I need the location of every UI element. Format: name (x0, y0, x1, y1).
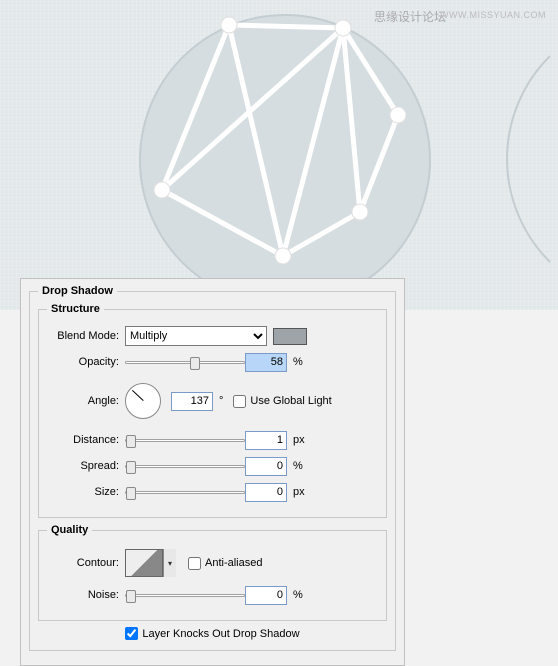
noise-input[interactable] (245, 586, 287, 605)
angle-label: Angle: (47, 395, 125, 407)
panel-title: Drop Shadow (38, 285, 117, 297)
distance-row: Distance: px (47, 429, 378, 451)
layer-knockout-checkbox[interactable]: Layer Knocks Out Drop Shadow (125, 627, 299, 640)
drop-shadow-panel: Drop Shadow Structure Blend Mode: Multip… (20, 278, 405, 666)
distance-slider[interactable] (125, 431, 245, 449)
structure-group: Structure Blend Mode: Multiply Opacity: … (38, 303, 387, 518)
opacity-input[interactable] (245, 353, 287, 372)
knockout-row: Layer Knocks Out Drop Shadow (38, 627, 387, 640)
opacity-unit: % (293, 356, 303, 368)
contour-picker[interactable]: ▾ (125, 549, 176, 577)
spread-unit: % (293, 460, 303, 472)
canvas-preview: 思缘设计论坛 WWW.MISSYUAN.COM (0, 0, 558, 310)
use-global-light-label: Use Global Light (250, 395, 331, 407)
anti-aliased-input[interactable] (188, 557, 201, 570)
opacity-label: Opacity: (47, 356, 125, 368)
artwork-graphic (0, 0, 558, 310)
size-row: Size: px (47, 481, 378, 503)
drop-shadow-fieldset: Drop Shadow Structure Blend Mode: Multip… (29, 285, 396, 651)
anti-aliased-checkbox[interactable]: Anti-aliased (188, 557, 262, 570)
noise-slider[interactable] (125, 586, 245, 604)
size-label: Size: (47, 486, 125, 498)
anti-aliased-label: Anti-aliased (205, 557, 262, 569)
opacity-row: Opacity: % (47, 351, 378, 373)
spread-label: Spread: (47, 460, 125, 472)
size-unit: px (293, 486, 305, 498)
angle-dial[interactable] (125, 383, 161, 419)
chevron-down-icon[interactable]: ▾ (163, 549, 176, 577)
angle-unit: ° (219, 395, 223, 407)
size-input[interactable] (245, 483, 287, 502)
spread-slider[interactable] (125, 457, 245, 475)
quality-legend: Quality (47, 524, 92, 536)
structure-legend: Structure (47, 303, 104, 315)
use-global-light-checkbox[interactable]: Use Global Light (233, 395, 331, 408)
blend-mode-select[interactable]: Multiply (125, 326, 267, 346)
distance-input[interactable] (245, 431, 287, 450)
watermark-cn: 思缘设计论坛 (374, 8, 446, 25)
blend-mode-label: Blend Mode: (47, 330, 125, 342)
spread-row: Spread: % (47, 455, 378, 477)
angle-input[interactable] (171, 392, 213, 411)
spread-input[interactable] (245, 457, 287, 476)
layer-knockout-label: Layer Knocks Out Drop Shadow (142, 628, 299, 640)
use-global-light-input[interactable] (233, 395, 246, 408)
noise-unit: % (293, 589, 303, 601)
opacity-slider[interactable] (125, 353, 245, 371)
contour-swatch[interactable] (125, 549, 163, 577)
contour-row: Contour: ▾ Anti-aliased (47, 546, 378, 580)
noise-row: Noise: % (47, 584, 378, 606)
layer-knockout-input[interactable] (125, 627, 138, 640)
quality-group: Quality Contour: ▾ Anti-aliased Noise: (38, 524, 387, 621)
watermark-en: WWW.MISSYUAN.COM (440, 10, 546, 20)
shadow-color-swatch[interactable] (273, 328, 307, 345)
blend-mode-row: Blend Mode: Multiply (47, 325, 378, 347)
contour-label: Contour: (47, 557, 125, 569)
distance-label: Distance: (47, 434, 125, 446)
angle-row: Angle: ° Use Global Light (47, 377, 378, 425)
noise-label: Noise: (47, 589, 125, 601)
size-slider[interactable] (125, 483, 245, 501)
distance-unit: px (293, 434, 305, 446)
